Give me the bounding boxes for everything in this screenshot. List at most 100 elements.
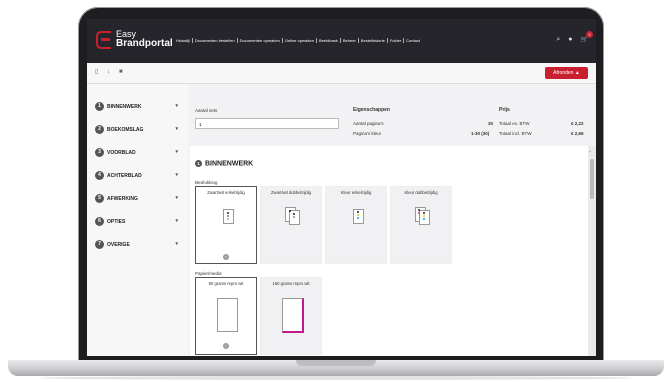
top-navigation-bar: Easy Brandportal Huisstijl Documenten be… (87, 19, 596, 63)
nav-beeldbank[interactable]: Beeldbank (317, 38, 341, 43)
option-label: 160 grams repro wit (272, 281, 310, 286)
aantal-paginas-value: 30 (488, 121, 494, 126)
prijs-heading: Prijs (499, 107, 510, 113)
step-number: 7 (95, 240, 104, 249)
brand-logo-text[interactable]: Easy Brandportal (116, 29, 173, 49)
nav-contact[interactable]: Contact (404, 38, 422, 43)
step-number: 5 (95, 194, 104, 203)
nav-online-opmaken[interactable]: Online opmaken (283, 38, 317, 43)
nav-huisstijl[interactable]: Huisstijl (174, 38, 193, 43)
nav-folder[interactable]: Folder (388, 38, 405, 43)
laptop-shadow (40, 376, 632, 380)
step-number: 2 (95, 125, 104, 134)
toner-dot (423, 212, 425, 214)
option-zwart-wit-enkelzijdig[interactable]: Zwart/wit enkelzijdig ✓ (195, 186, 257, 264)
sidebar-item-voorblad[interactable]: 3 VOORBLAD ▾ (95, 148, 183, 160)
toner-dot (418, 212, 420, 214)
chevron-down-icon: ▾ (175, 218, 178, 224)
option-kleur-dubbelzijdig[interactable]: Kleur dubbelzijdig (390, 186, 452, 264)
nav-documenten-bestellen[interactable]: Documenten bestellen (193, 38, 238, 43)
user-icon[interactable]: ● (568, 36, 572, 44)
header-icons: ⌕ ● 🛒 (556, 36, 588, 44)
toner-dot (357, 217, 359, 219)
cart-count-badge: 3 (586, 31, 593, 38)
nav-documenten-opmaken[interactable]: Documenten opmaken (238, 38, 283, 43)
option-label: 80 grams repro wit (208, 281, 244, 286)
option-label: Zwart/wit dubbelzijdig (270, 190, 312, 195)
toner-dot (227, 212, 229, 214)
search-icon[interactable]: ⌕ (556, 36, 560, 44)
sidebar-item-label: ACHTERBLAD (107, 172, 142, 179)
toner-dot (418, 209, 420, 211)
option-label: Zwart/wit enkelzijdig (207, 190, 245, 195)
option-label: Kleur enkelzijdig (340, 190, 372, 195)
totaal-incl-btw-value: € 2,69 (571, 131, 584, 136)
brand-name-line2: Brandportal (116, 38, 173, 49)
totaal-ex-btw-key: Totaal ex. BTW (499, 121, 530, 126)
download-icon[interactable]: ↓ (107, 69, 113, 75)
main-nav: Huisstijl Documenten bestellen Documente… (174, 38, 422, 43)
sidebar-item-label: OVERIGE (107, 241, 130, 248)
selected-check-icon: ✓ (223, 254, 229, 260)
toner-dot (289, 210, 291, 212)
section-title: 1 BINNENWERK (195, 160, 253, 167)
warning-icon: ▲ (574, 70, 580, 76)
thick-paper-icon (282, 298, 304, 333)
aantal-sets-input[interactable]: 1 (195, 118, 339, 129)
papier-media-label: Papier/media (195, 271, 222, 276)
step-number: 4 (95, 171, 104, 180)
chevron-down-icon: ▾ (175, 103, 178, 109)
step-number: 1 (95, 102, 104, 111)
main-content: Aantal sets 1 Eigenschappen Prijs Aantal… (188, 84, 596, 356)
paginas-kleur-value: 1-30 (30) (471, 131, 490, 136)
section-number: 1 (195, 160, 202, 167)
binnenwerk-panel: 1 BINNENWERK Bedrukking Zwart/wit enkelzi… (190, 146, 588, 356)
bedrukking-label: Bedrukking (195, 180, 218, 185)
totaal-incl-btw-key: Totaal incl. BTW (499, 131, 532, 136)
option-label: Kleur dubbelzijdig (404, 190, 438, 195)
toner-dot (293, 216, 295, 218)
sidebar-item-label: BOEKOMSLAG (107, 126, 144, 133)
content-scrollbar[interactable]: ^ (588, 146, 596, 356)
aantal-sets-label: Aantal sets (195, 108, 218, 113)
paper-icon (217, 298, 238, 332)
toner-dot (357, 214, 359, 216)
scroll-thumb[interactable] (590, 159, 594, 199)
sidebar-item-boekomslag[interactable]: 2 BOEKOMSLAG ▾ (95, 125, 183, 137)
toner-dot (423, 218, 425, 220)
afronden-button[interactable]: Afronden ▲ (545, 67, 588, 79)
toner-dot (293, 213, 295, 215)
sidebar: 1 BINNENWERK ▾ 2 BOEKOMSLAG ▾ 3 VOORBLAD ▾ … (87, 84, 189, 356)
aantal-paginas-key: Aantal pagina's (353, 121, 384, 126)
chevron-down-icon: ▾ (175, 149, 178, 155)
nav-bestelhistorie[interactable]: Bestelhistorie (359, 38, 388, 43)
sidebar-item-binnenwerk[interactable]: 1 BINNENWERK ▾ (95, 102, 183, 114)
sidebar-item-achterblad[interactable]: 4 ACHTERBLAD ▾ (95, 171, 183, 183)
toner-dot (423, 215, 425, 217)
nav-beheer[interactable]: Beheer (341, 38, 359, 43)
totaal-ex-btw-value: € 2,22 (571, 121, 584, 126)
brand-logo-icon[interactable] (96, 31, 111, 49)
pdf-icon[interactable]: ▯ (95, 69, 101, 75)
toner-dot (357, 211, 359, 213)
sidebar-item-afwerking[interactable]: 5 AFWERKING ▾ (95, 194, 183, 206)
afronden-label: Afronden (553, 70, 574, 76)
toner-dot (227, 215, 229, 217)
sidebar-item-opties[interactable]: 6 OPTIES ▾ (95, 217, 183, 229)
paginas-kleur-key: Pagina's kleur (353, 131, 382, 136)
option-kleur-enkelzijdig[interactable]: Kleur enkelzijdig (325, 186, 387, 264)
chevron-down-icon: ▾ (175, 241, 178, 247)
save-icon[interactable]: ■ (119, 69, 125, 75)
sidebar-item-overige[interactable]: 7 OVERIGE ▾ (95, 240, 183, 252)
step-number: 6 (95, 217, 104, 226)
option-zwart-wit-dubbelzijdig[interactable]: Zwart/wit dubbelzijdig (260, 186, 322, 264)
sidebar-item-label: BINNENWERK (107, 103, 142, 110)
selected-check-icon: ✓ (223, 343, 229, 349)
section-title-text: BINNENWERK (205, 160, 254, 168)
option-80-grams-repro-wit[interactable]: 80 grams repro wit ✓ (195, 277, 257, 355)
chevron-down-icon: ▾ (175, 195, 178, 201)
option-160-grams-repro-wit[interactable]: 160 grams repro wit (260, 277, 322, 355)
eigenschappen-heading: Eigenschappen (353, 107, 390, 113)
scroll-up-icon[interactable]: ^ (589, 149, 591, 154)
toner-dot (227, 218, 229, 220)
